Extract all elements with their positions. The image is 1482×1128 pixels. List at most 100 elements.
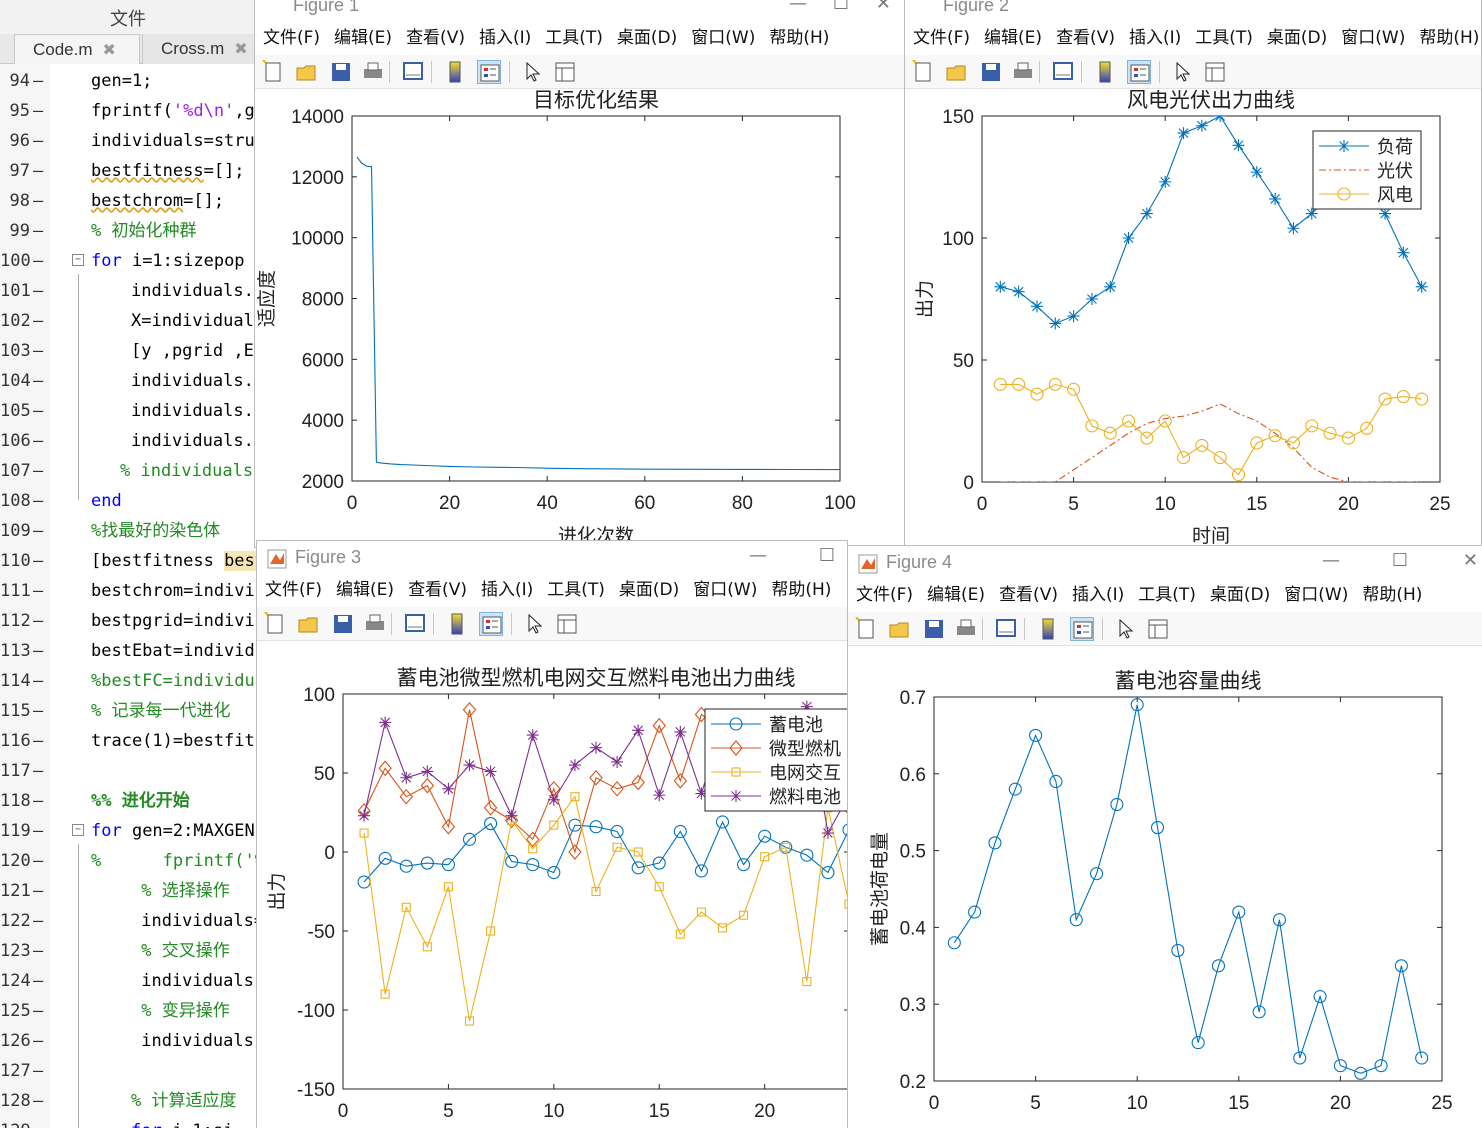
menu-item[interactable]: 工具(T) [1195, 23, 1253, 53]
figure-3-window[interactable]: Figure 3 — ☐ 文件(F) 编辑(E) 查看(V) 插入(I) 工具(T) 桌面… [256, 540, 848, 1128]
title-bar[interactable]: Figure 3 — ☐ [257, 541, 847, 575]
menu-item[interactable]: 文件(F) [913, 23, 970, 53]
code-line[interactable]: 98— bestchrom=[]; [0, 186, 256, 216]
code-line[interactable]: 119— − for gen=2:MAXGEN [0, 816, 256, 846]
code-line[interactable]: 127— [0, 1056, 256, 1086]
menu-item[interactable]: 查看(V) [1056, 23, 1115, 53]
breakpoint-marker[interactable]: — [33, 1026, 43, 1056]
menu-item[interactable]: 工具(T) [547, 575, 605, 605]
print-icon[interactable] [1011, 60, 1035, 84]
print-icon[interactable] [361, 60, 385, 84]
menu-item[interactable]: 编辑(E) [336, 575, 394, 605]
open-file-icon[interactable] [295, 60, 319, 84]
print-icon[interactable] [954, 617, 978, 641]
code-line[interactable]: 128— % 计算适应度 [0, 1086, 256, 1116]
breakpoint-marker[interactable]: — [33, 426, 43, 456]
menu-item[interactable]: 插入(I) [481, 575, 533, 605]
breakpoint-marker[interactable]: — [33, 816, 43, 846]
figure-4-window[interactable]: Figure 4 — ☐ ✕ 文件(F) 编辑(E) 查看(V) 插入(I) 工具(T)… [847, 545, 1482, 1128]
menu-item[interactable]: 桌面(D) [1210, 580, 1270, 610]
pointer-icon[interactable] [521, 60, 545, 84]
breakpoint-marker[interactable]: — [33, 1086, 43, 1116]
colorbar-icon[interactable] [443, 60, 467, 84]
property-editor-icon[interactable] [553, 60, 577, 84]
breakpoint-marker[interactable]: — [33, 936, 43, 966]
menu-item[interactable]: 编辑(E) [927, 580, 985, 610]
code-line[interactable]: 109— %找最好的染色体 [0, 516, 256, 546]
breakpoint-marker[interactable]: — [33, 996, 43, 1026]
code-line[interactable]: 106— individuals.E [0, 426, 256, 456]
breakpoint-marker[interactable]: — [33, 696, 43, 726]
new-figure-icon[interactable] [911, 59, 935, 84]
property-editor-icon[interactable] [1203, 60, 1227, 84]
code-line[interactable]: 104— individuals.f [0, 366, 256, 396]
breakpoint-marker[interactable]: — [33, 1116, 43, 1128]
legend-icon[interactable] [479, 612, 503, 636]
breakpoint-marker[interactable]: — [33, 396, 43, 426]
breakpoint-marker[interactable]: — [33, 456, 43, 486]
plot-area[interactable]: 蓄电池微型燃机电网交互燃料电池出力曲线 出力 0 5 10 15 20 -150 -100 -50… [257, 642, 847, 1128]
menu-item[interactable]: 查看(V) [999, 580, 1058, 610]
menu-item[interactable]: 窗口(W) [691, 23, 755, 53]
property-editor-icon[interactable] [1146, 617, 1170, 641]
breakpoint-marker[interactable]: — [33, 306, 43, 336]
breakpoint-marker[interactable]: — [33, 666, 43, 696]
breakpoint-marker[interactable]: — [33, 1056, 43, 1086]
title-bar[interactable]: Figure 2 [905, 0, 1481, 23]
code-line[interactable]: 114— %bestFC=individua [0, 666, 256, 696]
menu-item[interactable]: 查看(V) [408, 575, 467, 605]
breakpoint-marker[interactable]: — [33, 186, 43, 216]
code-line[interactable]: 110— [bestfitness best [0, 546, 256, 576]
breakpoint-marker[interactable]: — [33, 606, 43, 636]
title-bar[interactable]: Figure 1 — ☐ ✕ [255, 0, 905, 23]
breakpoint-marker[interactable]: — [33, 966, 43, 996]
code-line[interactable]: 107— % individuals. [0, 456, 256, 486]
chart-svg[interactable]: 蓄电池微型燃机电网交互燃料电池出力曲线出力 0 5 10 15 20 -150 -100 -50… [257, 642, 847, 1128]
menu-item[interactable]: 编辑(E) [334, 23, 392, 53]
code-line[interactable]: 129— for j=1:si [0, 1116, 256, 1128]
code-line[interactable]: 120— % fprintf('% [0, 846, 256, 876]
code-line[interactable]: 118— %% 进化开始 [0, 786, 256, 816]
minimize-button[interactable]: — [789, 0, 807, 14]
plot-area[interactable]: 目标优化结果 进化次数 适应度 0 20 40 60 80 100 2000 4000 6000 800… [255, 90, 905, 547]
code-editor[interactable]: 文件 Code.m ✖ Cross.m ✖ 94— gen=1; 95— fprintf(… [0, 0, 256, 1128]
plot-area[interactable]: 风电光伏出力曲线 时间 出力 0 5 10 15 20 25 0 50 100 150 负荷 光伏 风电 [905, 90, 1481, 547]
menu-item[interactable]: 桌面(D) [617, 23, 677, 53]
menu-item[interactable]: 插入(I) [1129, 23, 1181, 53]
colorbar-icon[interactable] [1093, 60, 1117, 84]
code-line[interactable]: 95— fprintf('%d\n',ge [0, 96, 256, 126]
print-icon[interactable] [363, 612, 387, 636]
save-icon[interactable] [331, 612, 355, 636]
code-line[interactable]: 111— bestchrom=indivi [0, 576, 256, 606]
pointer-icon[interactable] [523, 612, 547, 636]
code-line[interactable]: 115— % 记录每一代进化 [0, 696, 256, 726]
menu-item[interactable]: 文件(F) [856, 580, 913, 610]
legend-icon[interactable] [1127, 60, 1151, 84]
new-figure-icon[interactable] [263, 611, 287, 636]
breakpoint-marker[interactable]: — [33, 486, 43, 516]
breakpoint-marker[interactable]: — [33, 876, 43, 906]
breakpoint-marker[interactable]: — [33, 756, 43, 786]
code-line[interactable]: 108— end [0, 486, 256, 516]
breakpoint-marker[interactable]: — [33, 366, 43, 396]
close-button[interactable]: ✕ [1463, 550, 1478, 571]
breakpoint-marker[interactable]: — [33, 126, 43, 156]
menu-item[interactable]: 帮助(H) [771, 575, 831, 605]
save-icon[interactable] [979, 60, 1003, 84]
breakpoint-marker[interactable]: — [33, 726, 43, 756]
open-file-icon[interactable] [888, 617, 912, 641]
link-plot-icon[interactable] [403, 612, 427, 636]
breakpoint-marker[interactable]: — [33, 216, 43, 246]
menu-item[interactable]: 帮助(H) [769, 23, 829, 53]
maximize-button[interactable]: ☐ [1392, 550, 1408, 571]
fold-toggle-icon[interactable]: − [72, 254, 84, 266]
menu-item[interactable]: 窗口(W) [1284, 580, 1348, 610]
menu-item[interactable]: 桌面(D) [619, 575, 679, 605]
tab-cross-m[interactable]: Cross.m ✖ [142, 34, 256, 64]
code-line[interactable]: 103— [y ,pgrid ,Eb [0, 336, 256, 366]
breakpoint-marker[interactable]: — [33, 906, 43, 936]
minimize-button[interactable]: — [1322, 550, 1340, 571]
chart-svg[interactable]: 风电光伏出力曲线时间 出力 0 5 10 15 20 25 0 50 100 150 负荷光伏风电 [905, 90, 1481, 548]
code-line[interactable]: 96— individuals=struc [0, 126, 256, 156]
legend-icon[interactable] [477, 60, 501, 84]
